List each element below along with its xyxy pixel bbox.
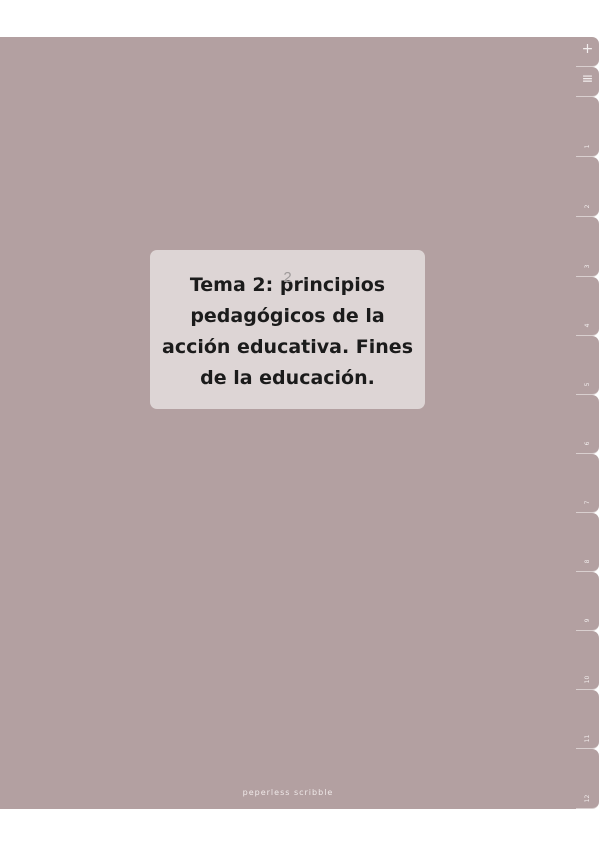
tab-4[interactable]: 4: [576, 277, 599, 336]
notebook-cover: 2 Tema 2: principios pedagógicos de la a…: [0, 37, 576, 809]
brand-label: peperless scribble: [242, 788, 334, 797]
tab-10[interactable]: 10: [576, 631, 599, 690]
tab-9[interactable]: 9: [576, 572, 599, 631]
page-title: Tema 2: principios pedagógicos de la acc…: [162, 273, 413, 389]
tab-label: 1: [584, 144, 591, 149]
tab-11[interactable]: 11: [576, 690, 599, 749]
tab-label: 10: [584, 675, 591, 684]
tab-label: 12: [584, 794, 591, 803]
tab-label: 9: [584, 618, 591, 623]
tab-strip: + ≡ 1 2 3 4 5 6 7 8 9 10 11 12: [576, 37, 599, 809]
tab-8[interactable]: 8: [576, 513, 599, 572]
tab-6[interactable]: 6: [576, 395, 599, 454]
tab-5[interactable]: 5: [576, 336, 599, 395]
add-tab-button[interactable]: +: [576, 37, 599, 67]
tab-label: 7: [584, 500, 591, 505]
menu-icon: ≡: [581, 71, 594, 87]
tab-label: 6: [584, 441, 591, 446]
tab-1[interactable]: 1: [576, 97, 599, 157]
tab-label: 8: [584, 559, 591, 564]
title-card: 2 Tema 2: principios pedagógicos de la a…: [150, 250, 425, 409]
tab-3[interactable]: 3: [576, 217, 599, 277]
tab-label: 11: [584, 734, 591, 743]
tab-2[interactable]: 2: [576, 157, 599, 217]
tab-12[interactable]: 12: [576, 749, 599, 809]
tab-label: 5: [584, 382, 591, 387]
tab-label: 3: [584, 264, 591, 269]
tab-7[interactable]: 7: [576, 454, 599, 513]
tab-label: 2: [584, 204, 591, 209]
menu-tab-button[interactable]: ≡: [576, 67, 599, 97]
plus-icon: +: [581, 41, 594, 57]
page-number: 2: [283, 269, 292, 286]
tab-label: 4: [584, 323, 591, 328]
